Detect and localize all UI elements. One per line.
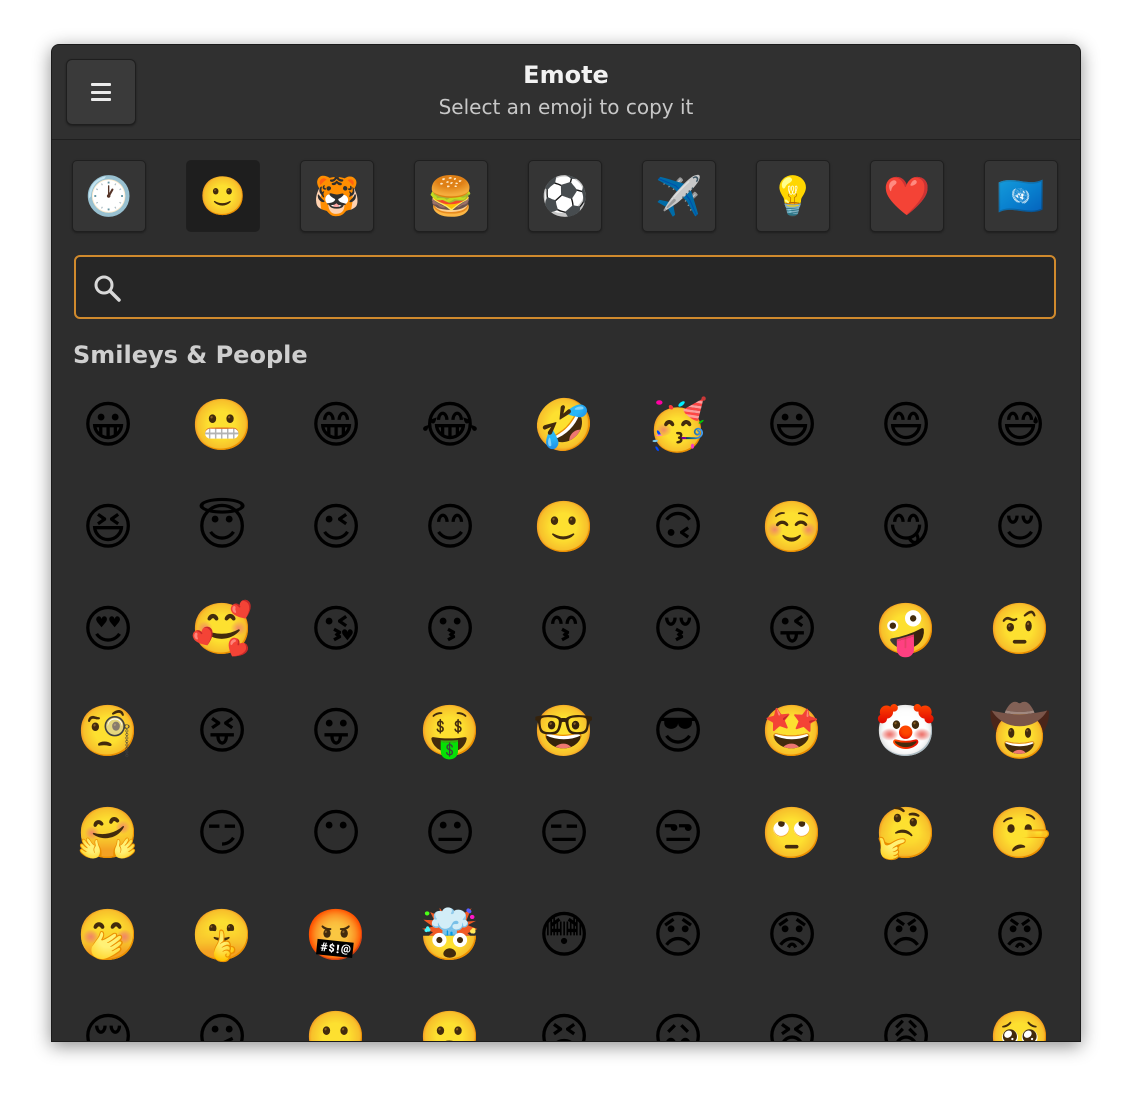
heart-icon: ❤️ (883, 174, 931, 218)
emoji-button[interactable]: 😍 (58, 579, 158, 679)
emoji-button[interactable]: 🙂 (514, 477, 614, 577)
tiger-icon: 🐯 (313, 174, 361, 218)
emoji-button[interactable]: 😉 (286, 477, 386, 577)
emoji-button[interactable]: 🤪 (856, 579, 956, 679)
un-flag-icon: 🇺🇳 (997, 174, 1045, 218)
emoji-button[interactable]: 🤬 (286, 885, 386, 985)
emoji-button[interactable]: 🥰 (172, 579, 272, 679)
category-bar: 🕐 🙂 🐯 🍔 ⚽ ✈️ 💡 ❤️ 🇺🇳 (72, 160, 1060, 232)
emoji-button[interactable]: 🤯 (400, 885, 500, 985)
emoji-button[interactable]: 😐 (400, 783, 500, 883)
burger-icon: 🍔 (427, 174, 475, 218)
emoji-button[interactable]: 😜 (742, 579, 842, 679)
emoji-button[interactable]: 😄 (856, 375, 956, 475)
clock-icon: 🕐 (85, 174, 133, 218)
emoji-button[interactable]: 😎 (628, 681, 728, 781)
emoji-button[interactable]: 😘 (286, 579, 386, 679)
emoji-button[interactable]: 😡 (970, 885, 1070, 985)
emoji-button[interactable]: 😃 (742, 375, 842, 475)
category-tab-smileys[interactable]: 🙂 (186, 160, 260, 232)
emoji-button[interactable]: ☺️ (742, 477, 842, 577)
category-tab-food[interactable]: 🍔 (414, 160, 488, 232)
category-tab-flags[interactable]: 🇺🇳 (984, 160, 1058, 232)
emoji-button[interactable]: ☹️ (400, 987, 500, 1041)
emoji-button[interactable]: 🤥 (970, 783, 1070, 883)
soccer-ball-icon: ⚽ (541, 174, 589, 218)
emoji-button[interactable]: 🤫 (172, 885, 272, 985)
emoji-button[interactable]: 😣 (514, 987, 614, 1041)
emoji-button[interactable]: 😗 (400, 579, 500, 679)
emoji-button[interactable]: 😟 (742, 885, 842, 985)
emoji-button[interactable]: 🤭 (58, 885, 158, 985)
emoji-button[interactable]: 😶 (286, 783, 386, 883)
emoji-button[interactable]: 🤓 (514, 681, 614, 781)
window-title: Emote (523, 61, 609, 89)
emoji-button[interactable]: 😏 (172, 783, 272, 883)
section-title: Smileys & People (73, 341, 308, 369)
emoji-button[interactable]: 🤠 (970, 681, 1070, 781)
emoji-button[interactable]: 😞 (628, 885, 728, 985)
emoji-button[interactable]: 🧐 (58, 681, 158, 781)
category-tab-symbols[interactable]: ❤️ (870, 160, 944, 232)
emoji-button[interactable]: 😕 (172, 987, 272, 1041)
emoji-button[interactable]: 😚 (628, 579, 728, 679)
emoji-button[interactable]: 😇 (172, 477, 272, 577)
emoji-button[interactable]: 🥳 (628, 375, 728, 475)
window-subtitle: Select an emoji to copy it (438, 95, 694, 119)
emoji-button[interactable]: 🤩 (742, 681, 842, 781)
emoji-button[interactable]: 😛 (286, 681, 386, 781)
emoji-button[interactable]: 😝 (172, 681, 272, 781)
emote-window: Emote Select an emoji to copy it 🕐 🙂 🐯 🍔 ⚽ ✈️… (51, 44, 1081, 1042)
emoji-button[interactable]: 😬 (172, 375, 272, 475)
emoji-button[interactable]: 🤡 (856, 681, 956, 781)
emoji-button[interactable]: 🥺 (970, 987, 1070, 1041)
emoji-button[interactable]: 🙁 (286, 987, 386, 1041)
emoji-button[interactable]: 🤑 (400, 681, 500, 781)
category-tab-objects[interactable]: 💡 (756, 160, 830, 232)
emoji-button[interactable]: 😔 (58, 987, 158, 1041)
emoji-button[interactable]: 😋 (856, 477, 956, 577)
emoji-button[interactable]: 😀 (58, 375, 158, 475)
category-tab-animals[interactable]: 🐯 (300, 160, 374, 232)
category-tab-activities[interactable]: ⚽ (528, 160, 602, 232)
emoji-button[interactable]: 😩 (856, 987, 956, 1041)
emoji-button[interactable]: 😑 (514, 783, 614, 883)
category-tab-travel[interactable]: ✈️ (642, 160, 716, 232)
search-icon (94, 275, 121, 302)
emoji-button[interactable]: 🙄 (742, 783, 842, 883)
emoji-button[interactable]: 😒 (628, 783, 728, 883)
category-tab-recent[interactable]: 🕐 (72, 160, 146, 232)
smiley-icon: 🙂 (199, 174, 247, 218)
emoji-button[interactable]: 🤗 (58, 783, 158, 883)
emoji-button[interactable]: 😅 (970, 375, 1070, 475)
emoji-button[interactable]: 🤔 (856, 783, 956, 883)
emoji-button[interactable]: 😁 (286, 375, 386, 475)
emoji-button[interactable]: 😌 (970, 477, 1070, 577)
emoji-button[interactable]: 😫 (742, 987, 842, 1041)
emoji-button[interactable]: 😊 (400, 477, 500, 577)
airplane-icon: ✈️ (655, 174, 703, 218)
search-box[interactable] (74, 255, 1056, 319)
lightbulb-icon: 💡 (769, 174, 817, 218)
emoji-button[interactable]: 😠 (856, 885, 956, 985)
header-bar: Emote Select an emoji to copy it (52, 45, 1080, 140)
emoji-button[interactable]: 🤣 (514, 375, 614, 475)
emoji-button[interactable]: 😳 (514, 885, 614, 985)
emoji-button[interactable]: 😙 (514, 579, 614, 679)
emoji-button[interactable]: 🤨 (970, 579, 1070, 679)
emoji-button[interactable]: 🙃 (628, 477, 728, 577)
emoji-button[interactable]: 😂 (400, 375, 500, 475)
emoji-button[interactable]: 😆 (58, 477, 158, 577)
search-input[interactable] (136, 267, 1040, 309)
emoji-button[interactable]: 😖 (628, 987, 728, 1041)
